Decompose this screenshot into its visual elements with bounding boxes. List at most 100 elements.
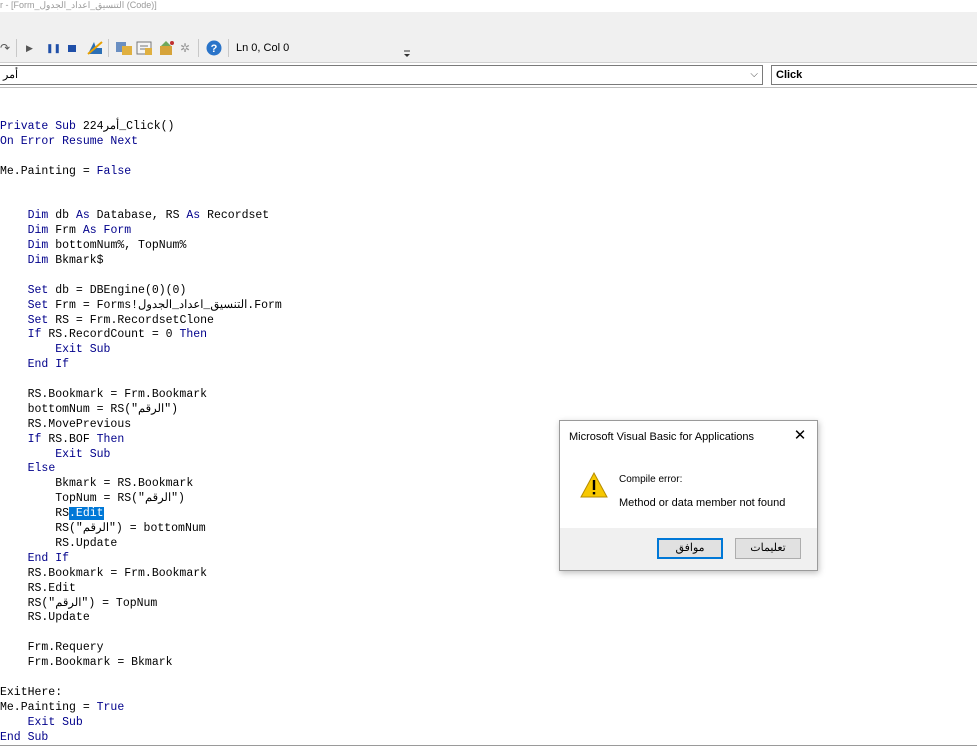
code-line: Dim db As Database, RS As Recordset	[0, 209, 282, 224]
toolbox-icon[interactable]: ✲	[180, 40, 190, 56]
close-icon[interactable]: ✕	[790, 426, 810, 446]
code-token: RS = Frm.RecordsetClone	[48, 313, 214, 327]
keyword-token: If	[27, 432, 42, 446]
code-token: RS("الرقم") = TopNum	[0, 596, 158, 610]
code-line: Me.Painting = False	[0, 165, 282, 180]
code-line: Dim bottomNum%, TopNum%	[0, 239, 282, 254]
toolbar-separator	[108, 39, 109, 57]
code-token: ExitHere:	[0, 685, 63, 699]
keyword-token: As	[75, 209, 90, 223]
help-button[interactable]: تعليمات	[735, 538, 801, 559]
code-token: db = DBEngine(0)(0)	[48, 283, 187, 297]
code-line: RS("الرقم") = bottomNum	[0, 522, 282, 537]
code-line: RS.Bookmark = Frm.Bookmark	[0, 567, 282, 582]
code-token: bottomNum = RS("الرقم")	[0, 402, 179, 416]
code-line: End If	[0, 358, 282, 373]
code-editor[interactable]: Private Sub أمر224_Click() On Error Resum…	[0, 87, 977, 751]
window-title: r - [Form_التنسيق_اعداد_الجدول (Code)]	[0, 0, 977, 12]
code-token: Recordset	[200, 209, 270, 223]
run-icon[interactable]: ▶	[26, 40, 33, 56]
keyword-token: Private Sub	[0, 120, 83, 133]
procedure-dropdown[interactable]: Click	[771, 65, 977, 85]
keyword-token: Dim	[27, 239, 49, 253]
code-line: Exit Sub	[0, 448, 282, 463]
keyword-token: Set	[27, 283, 49, 297]
object-browser-icon[interactable]	[158, 40, 176, 56]
project-explorer-icon[interactable]	[115, 40, 133, 56]
keyword-token: Else	[27, 462, 56, 476]
toolbar-separator	[228, 39, 229, 57]
code-token: أمر224_Click()	[82, 120, 175, 133]
reset-icon[interactable]	[67, 40, 77, 56]
keyword-token: As Form	[82, 224, 132, 238]
code-line: ExitHere:	[0, 686, 282, 701]
properties-icon[interactable]	[136, 40, 154, 56]
object-dropdown[interactable]: أمر ⌵	[0, 65, 763, 85]
keyword-token: End If	[27, 358, 70, 372]
keyword-token: On Error Resume Next	[0, 134, 139, 148]
code-line: Bkmark = RS.Bookmark	[0, 477, 282, 492]
keyword-token: False	[96, 164, 132, 178]
compile-error-dialog: Microsoft Visual Basic for Applications …	[559, 420, 818, 571]
keyword-token: Exit Sub	[55, 343, 111, 357]
toolbar-separator	[16, 39, 17, 57]
ok-button[interactable]: موافق	[657, 538, 723, 559]
code-line: If RS.BOF Then	[0, 433, 282, 448]
code-line: Dim Frm As Form	[0, 224, 282, 239]
pause-icon[interactable]: ❚❚	[46, 40, 61, 56]
code-token: RS.MovePrevious	[0, 417, 132, 431]
code-token: db	[48, 209, 76, 223]
code-line: Private Sub أمر224_Click()	[0, 120, 282, 135]
code-line: Frm.Requery	[0, 641, 282, 656]
help-icon[interactable]: ?	[205, 40, 223, 56]
undo-icon[interactable]: ↷	[0, 40, 10, 56]
code-lines: Private Sub أمر224_Click() On Error Resum…	[0, 120, 282, 745]
toolbar-options-icon[interactable]	[402, 36, 412, 60]
keyword-token: As	[186, 209, 201, 223]
code-line: RS.Update	[0, 537, 282, 552]
code-token: Frm.Requery	[0, 641, 104, 655]
code-token: RS.BOF	[41, 432, 97, 446]
code-token: bottomNum%, TopNum%	[48, 239, 187, 253]
code-line: RS.Edit	[0, 507, 282, 522]
svg-text:?: ?	[211, 43, 218, 55]
code-token: RS("الرقم") = bottomNum	[0, 522, 206, 536]
code-line: Set db = DBEngine(0)(0)	[0, 284, 282, 299]
code-window-header: أمر ⌵ Click	[0, 62, 977, 85]
keyword-token: End If	[27, 551, 70, 565]
code-line: End If	[0, 552, 282, 567]
chevron-down-icon[interactable]: ⌵	[750, 66, 758, 84]
bottom-divider	[0, 745, 977, 746]
keyword-token: True	[96, 700, 125, 714]
keyword-token: Then	[179, 328, 208, 342]
dialog-error-message: Method or data member not found	[619, 497, 786, 509]
design-mode-icon[interactable]	[86, 40, 104, 56]
code-token: Database, RS	[89, 209, 187, 223]
code-token: Frm = Forms!التنسيق_اعداد_الجدول.Form	[48, 298, 282, 312]
code-line: RS.Update	[0, 611, 282, 626]
standard-toolbar: ↷ ▶ ❚❚ ✲ ? Ln 0, Col 0	[0, 34, 977, 62]
dialog-footer: موافق تعليمات	[560, 528, 817, 570]
code-line: Exit Sub	[0, 716, 282, 731]
code-token: RS.Update	[0, 536, 118, 550]
code-line: RS.MovePrevious	[0, 418, 282, 433]
